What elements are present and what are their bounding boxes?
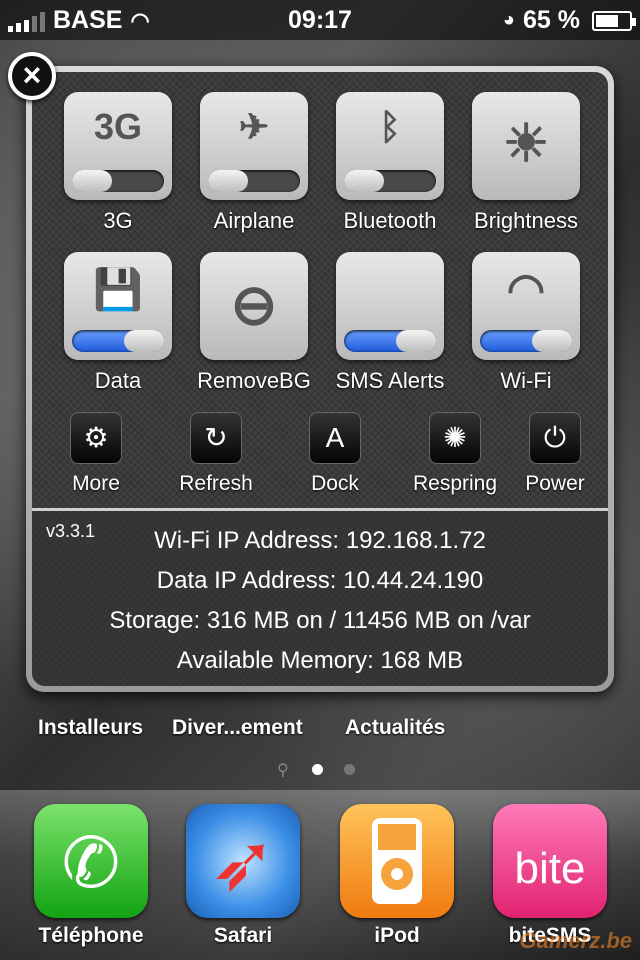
power-icon[interactable]: ⏻ (529, 412, 581, 464)
compass-icon[interactable]: ➶ (186, 804, 300, 918)
toggle-label: Data (94, 368, 142, 393)
clock-alarm-icon: ◕ (502, 9, 516, 31)
toggle-switch[interactable] (72, 170, 164, 192)
page-dot[interactable] (344, 764, 355, 775)
brightness-icon: ☀ (502, 115, 550, 173)
action-label: More (72, 472, 120, 495)
toggle-3g[interactable]: 3G 3G (64, 92, 172, 234)
toggle-data[interactable]: 💾 Data (64, 252, 172, 394)
settings-panel: 3G 3G ✈ Airplane ᛒ Bluetooth ☀ Brightnes… (26, 66, 614, 692)
3g-icon: 3G (93, 106, 143, 147)
minus-circle-icon: ⊖ (230, 273, 278, 336)
action-label: Power (525, 472, 585, 495)
toggle-sms-alerts[interactable]: SMS Alerts (336, 252, 444, 394)
bluetooth-icon: ᛒ (379, 106, 401, 147)
toggle-label: RemoveBG (197, 368, 311, 393)
battery-area: ◕ 65 % (502, 6, 636, 35)
ipod-icon[interactable] (340, 804, 454, 918)
action-label: Dock (311, 472, 359, 495)
bitesms-logo-text: bite (514, 844, 586, 893)
data-ip-line: Data IP Address: 10.44.24.190 (156, 567, 484, 594)
action-refresh[interactable]: ↻ Refresh (161, 412, 271, 496)
floppy-disk-icon: 💾 (93, 268, 143, 312)
home-label-installeurs[interactable]: Installeurs (38, 716, 143, 740)
dock-label: Téléphone (38, 924, 144, 947)
dock-app-ipod[interactable]: iPod (339, 804, 455, 948)
battery-percent: 65 % (523, 6, 580, 34)
page-dot-active[interactable] (312, 764, 323, 775)
home-screen-labels: Installeurs Diver...ement Actualités (0, 716, 640, 746)
toggle-label: Brightness (474, 208, 578, 233)
toggle-removebg[interactable]: ⊖ RemoveBG (197, 252, 311, 394)
action-power[interactable]: ⏻ Power (500, 412, 608, 496)
toggle-airplane[interactable]: ✈ Airplane (200, 92, 308, 234)
action-more[interactable]: ⚙ More (41, 412, 151, 496)
toggle-wifi[interactable]: ◠ Wi-Fi (472, 252, 580, 394)
system-info: v3.3.1 Wi-Fi IP Address: 192.168.1.72 Da… (32, 508, 608, 686)
wifi-ip-line: Wi-Fi IP Address: 192.168.1.72 (154, 527, 486, 554)
storage-line: Storage: 316 MB on / 11456 MB on /var (109, 607, 531, 634)
app-store-icon[interactable]: A (309, 412, 361, 464)
spinner-icon[interactable]: ✺ (429, 412, 481, 464)
toggle-label: Bluetooth (343, 208, 437, 233)
phone-icon[interactable]: ✆ (34, 804, 148, 918)
toggle-label: 3G (103, 208, 133, 233)
toggle-label: SMS Alerts (335, 368, 445, 393)
memory-line: Available Memory: 168 MB (176, 647, 464, 674)
toggle-label: Wi-Fi (500, 368, 552, 393)
action-label: Respring (412, 472, 498, 495)
wifi-icon: ◠ (506, 265, 546, 314)
toggle-bluetooth[interactable]: ᛒ Bluetooth (336, 92, 444, 234)
search-page-icon[interactable]: ⚲ (277, 760, 289, 780)
toggle-switch[interactable] (72, 330, 164, 352)
dock-app-safari[interactable]: ➶ Safari (185, 804, 301, 948)
dock-label: iPod (374, 924, 420, 947)
toggle-3g-box[interactable]: 3G (64, 92, 172, 200)
bitesms-icon[interactable]: bite (493, 804, 607, 918)
toggle-label: Airplane (213, 208, 295, 233)
toggle-switch[interactable] (344, 330, 436, 352)
dock-label: Safari (213, 924, 273, 947)
toggle-brightness-box[interactable]: ☀ (472, 92, 580, 200)
airplane-icon: ✈ (238, 106, 270, 147)
toggle-data-box[interactable]: 💾 (64, 252, 172, 360)
battery-icon (592, 10, 636, 31)
refresh-icon[interactable]: ↻ (190, 412, 242, 464)
toggle-removebg-box[interactable]: ⊖ (200, 252, 308, 360)
status-bar: BASE ◠ 09:17 ◕ 65 % (0, 0, 640, 40)
settings-panel-body: 3G 3G ✈ Airplane ᛒ Bluetooth ☀ Brightnes… (32, 72, 608, 686)
action-label: Refresh (179, 472, 253, 495)
home-label-actualites[interactable]: Actualités (345, 716, 445, 740)
action-respring[interactable]: ✺ Respring (400, 412, 510, 496)
close-icon[interactable]: × (8, 52, 56, 100)
home-label-divertissement[interactable]: Diver...ement (172, 716, 303, 740)
dock-app-telephone[interactable]: ✆ Téléphone (33, 804, 149, 948)
toggle-bluetooth-box[interactable]: ᛒ (336, 92, 444, 200)
watermark: Gamerz.be (519, 928, 633, 953)
toggle-airplane-box[interactable]: ✈ (200, 92, 308, 200)
toggle-wifi-box[interactable]: ◠ (472, 252, 580, 360)
page-indicator[interactable]: ⚲ (0, 762, 640, 779)
gear-icon[interactable]: ⚙ (70, 412, 122, 464)
toggle-brightness[interactable]: ☀ Brightness (472, 92, 580, 234)
toggle-sms-alerts-box[interactable] (336, 252, 444, 360)
action-dock[interactable]: A Dock (280, 412, 390, 496)
dock: ✆ Téléphone ➶ Safari iPod bite biteSMS G… (0, 790, 640, 960)
toggle-switch[interactable] (208, 170, 300, 192)
toggle-switch[interactable] (480, 330, 572, 352)
dock-app-bitesms[interactable]: bite biteSMS (492, 804, 608, 948)
toggle-switch[interactable] (344, 170, 436, 192)
